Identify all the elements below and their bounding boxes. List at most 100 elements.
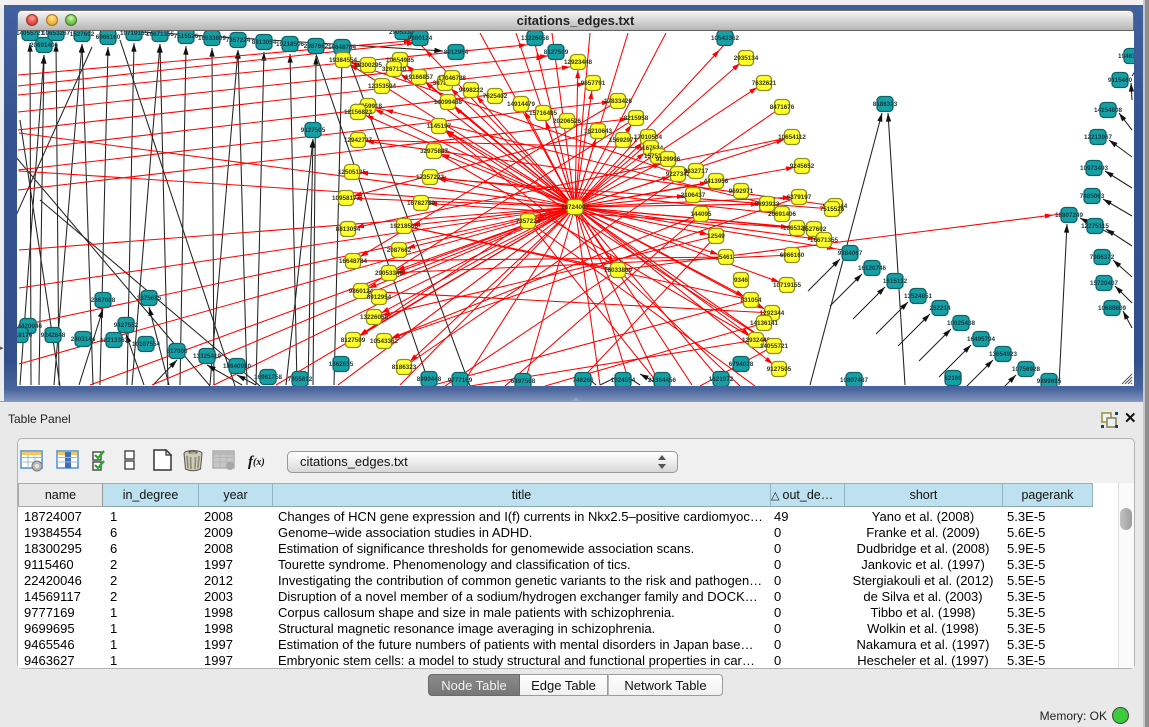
svg-text:9860124: 9860124: [408, 35, 433, 42]
svg-text:16671355: 16671355: [146, 31, 175, 38]
svg-text:10973493: 10973493: [1080, 165, 1109, 172]
svg-text:9777169: 9777169: [448, 377, 473, 384]
svg-text:1615112: 1615112: [883, 278, 908, 285]
svg-text:2935134: 2935134: [734, 55, 759, 62]
svg-text:3267110: 3267110: [382, 66, 407, 73]
svg-text:20691406: 20691406: [30, 42, 59, 49]
svg-text:2087662: 2087662: [387, 247, 412, 254]
svg-text:8127509: 8127509: [544, 49, 569, 56]
svg-text:8215958: 8215958: [624, 115, 649, 122]
svg-text:10107554: 10107554: [132, 341, 161, 348]
svg-text:21364456: 21364456: [648, 377, 677, 384]
svg-text:10025438: 10025438: [947, 320, 976, 327]
svg-text:9346: 9346: [734, 277, 749, 284]
svg-text:9427552: 9427552: [114, 322, 139, 329]
svg-text:2803144: 2803144: [71, 336, 96, 343]
svg-text:10958177: 10958177: [332, 195, 361, 202]
svg-text:8186323: 8186323: [873, 101, 898, 108]
svg-text:17046788: 17046788: [438, 75, 467, 82]
svg-text:2087662: 2087662: [304, 43, 329, 50]
svg-text:19463627: 19463627: [1118, 53, 1134, 60]
svg-text:8471676: 8471676: [770, 104, 795, 111]
svg-text:13226058: 13226058: [360, 314, 389, 321]
svg-text:32975887: 32975887: [420, 148, 449, 155]
svg-text:17357223: 17357223: [416, 174, 445, 181]
svg-text:6379197: 6379197: [787, 194, 812, 201]
svg-text:3875685: 3875685: [137, 295, 162, 302]
svg-text:12213363: 12213363: [100, 337, 129, 344]
svg-text:16648784: 16648784: [339, 258, 368, 265]
svg-text:9129996: 9129996: [656, 156, 681, 163]
svg-text:12353594: 12353594: [368, 83, 397, 90]
svg-text:16120746: 16120746: [858, 265, 887, 272]
svg-text:12549: 12549: [707, 233, 725, 240]
svg-text:746266: 746266: [572, 377, 594, 384]
svg-text:1145197: 1145197: [427, 123, 452, 130]
svg-text:12942737: 12942737: [344, 137, 373, 144]
svg-text:14055721: 14055721: [17, 31, 44, 37]
svg-text:14914479: 14914479: [507, 101, 536, 108]
svg-text:7515526: 7515526: [820, 206, 845, 213]
svg-text:9127505: 9127505: [301, 127, 326, 134]
svg-text:9242848: 9242848: [41, 332, 66, 339]
svg-text:9657791: 9657791: [581, 80, 606, 87]
svg-text:10719155: 10719155: [120, 31, 149, 37]
svg-text:7485063: 7485063: [1080, 193, 1105, 200]
svg-text:6966160: 6966160: [780, 252, 805, 259]
svg-text:20206526: 20206526: [553, 118, 582, 125]
svg-text:12213967: 12213967: [1084, 134, 1113, 141]
svg-text:8813054: 8813054: [252, 39, 277, 46]
svg-text:16782759: 16782759: [407, 200, 436, 207]
svg-text:8912954: 8912954: [367, 294, 392, 301]
svg-text:18300295: 18300295: [354, 62, 383, 69]
svg-text:19166857: 19166857: [405, 74, 434, 81]
svg-text:9245652: 9245652: [790, 163, 815, 170]
svg-text:13325419: 13325419: [193, 353, 222, 360]
svg-text:2367608: 2367608: [91, 297, 116, 304]
svg-text:12923448: 12923448: [564, 59, 593, 66]
svg-text:7515526: 7515526: [174, 33, 199, 40]
svg-text:8912954: 8912954: [444, 49, 469, 56]
svg-text:9498222: 9498222: [459, 87, 484, 94]
svg-text:9692971: 9692971: [729, 188, 754, 195]
svg-text:6966160: 6966160: [96, 34, 121, 41]
svg-text:817006: 817006: [166, 348, 188, 355]
svg-text:7357224: 7357224: [226, 37, 251, 44]
svg-text:16210643: 16210643: [584, 128, 613, 135]
svg-text:16033809: 16033809: [198, 35, 227, 42]
svg-text:1621072: 1621072: [709, 376, 734, 383]
svg-text:1362615: 1362615: [329, 361, 354, 368]
svg-text:16671355: 16671355: [810, 237, 839, 244]
svg-text:6794028: 6794028: [729, 361, 754, 368]
svg-text:20691406: 20691406: [768, 211, 797, 218]
svg-text:12275115: 12275115: [1081, 223, 1109, 230]
svg-text:12505135: 12505135: [338, 169, 367, 176]
svg-text:13654923: 13654923: [989, 351, 1018, 358]
svg-text:16033809: 16033809: [604, 267, 633, 274]
svg-text:15720407: 15720407: [1090, 280, 1119, 287]
svg-text:1527602: 1527602: [70, 31, 95, 38]
svg-text:13524851: 13524851: [904, 293, 933, 300]
svg-text:2106437: 2106437: [681, 192, 706, 199]
svg-text:9127505: 9127505: [767, 366, 792, 373]
svg-text:831054: 831054: [740, 297, 762, 304]
svg-text:15716485: 15716485: [529, 110, 558, 117]
svg-text:6497568: 6497568: [511, 378, 536, 385]
svg-text:8813054: 8813054: [336, 226, 361, 233]
svg-text:7986372: 7986372: [1090, 254, 1115, 261]
svg-text:9384067: 9384067: [838, 250, 863, 257]
svg-text:7357224: 7357224: [516, 218, 541, 225]
svg-text:18640910: 18640910: [223, 363, 252, 370]
svg-text:16961758: 16961758: [254, 374, 283, 381]
svg-text:17833426: 17833426: [604, 98, 633, 105]
svg-text:8127509: 8127509: [341, 337, 366, 344]
svg-text:7955812: 7955812: [288, 376, 313, 383]
svg-text:10654112: 10654112: [778, 134, 806, 141]
svg-text:5461: 5461: [719, 254, 734, 261]
svg-text:7632621: 7632621: [752, 80, 777, 87]
svg-text:10688609: 10688609: [1098, 305, 1127, 312]
svg-text:10543362: 10543362: [711, 35, 740, 42]
svg-text:16495794: 16495794: [967, 336, 996, 343]
svg-text:12156823: 12156823: [344, 109, 373, 116]
svg-text:14099488: 14099488: [434, 99, 463, 106]
